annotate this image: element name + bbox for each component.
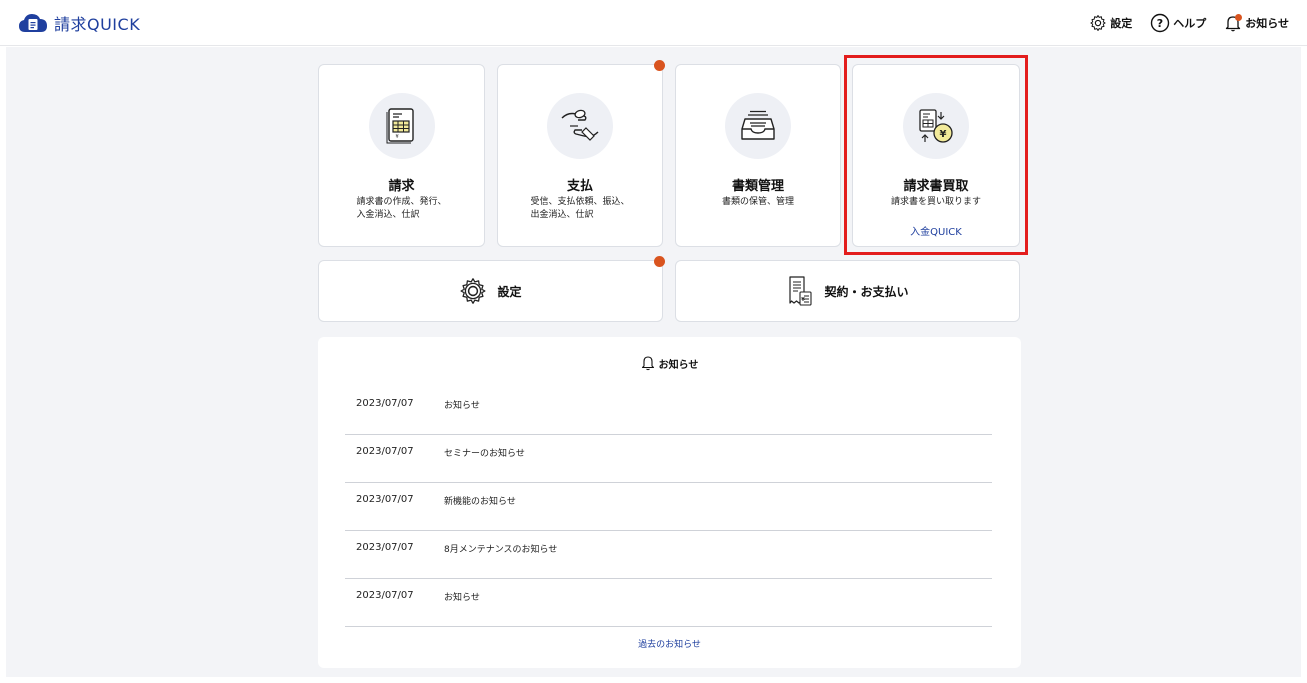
news-header: お知らせ [318, 355, 1021, 371]
news-date: 2023/07/07 [356, 494, 414, 505]
news-text: セミナーのお知らせ [444, 449, 525, 459]
gear-icon [460, 278, 487, 304]
news-date: 2023/07/07 [356, 398, 414, 409]
card-documents-icon-circle [725, 93, 791, 159]
card-invoice-purchase-link[interactable]: 入金QUICK [910, 223, 962, 238]
svg-text:?: ? [1157, 17, 1163, 30]
news-item[interactable]: 2023/07/07 お知らせ [345, 387, 992, 435]
cloud-document-icon [19, 13, 47, 32]
notification-badge [1235, 13, 1243, 21]
card-payment-icon-circle [547, 93, 613, 159]
card-invoice-desc-line2: 入金消込、仕訳 [356, 210, 420, 220]
gear-icon [1090, 14, 1106, 31]
news-item[interactable]: 2023/07/07 新機能のお知らせ [345, 483, 992, 531]
svg-text:¥: ¥ [395, 134, 398, 140]
notification-bell [1224, 13, 1243, 32]
card-payment-desc: 受信、支払依頼、振込、 出金消込、仕訳 [530, 196, 629, 222]
news-date: 2023/07/07 [356, 446, 414, 457]
settings-badge [654, 256, 665, 267]
news-date: 2023/07/07 [356, 542, 414, 553]
news-date: 2023/07/07 [356, 590, 414, 601]
news-text: 新機能のお知らせ [444, 497, 516, 507]
header-notifications-button[interactable]: お知らせ [1224, 13, 1289, 32]
news-text: お知らせ [444, 593, 480, 603]
news-text: 8月メンテナンスのお知らせ [444, 545, 558, 555]
contract-payment-card-label: 契約・お支払い [824, 284, 909, 299]
card-invoice-desc-line1: 請求書の作成、発行、 [356, 197, 447, 207]
card-documents[interactable]: 書類管理 書類の保管、管理 [675, 64, 841, 247]
help-icon: ? [1151, 13, 1170, 32]
card-invoice-icon-circle: ¥ [368, 93, 435, 159]
card-invoice-desc: 請求書の作成、発行、 入金消込、仕訳 [356, 196, 446, 222]
brand-name: 請求QUICK [54, 14, 141, 34]
news-item[interactable]: 2023/07/07 セミナーのお知らせ [345, 435, 992, 483]
app-header: 請求QUICK 設定 ? ヘルプ お知らせ [0, 0, 1307, 46]
header-settings-label: 設定 [1110, 16, 1133, 30]
invoice-icon: ¥ [386, 108, 414, 144]
card-documents-desc-line1: 書類の保管、管理 [721, 197, 794, 207]
payment-hand-icon [561, 109, 599, 141]
receipt-icon: ¥ [789, 276, 813, 306]
contract-payment-card[interactable]: ¥ 契約・お支払い [675, 260, 1020, 322]
bell-icon [641, 356, 654, 371]
card-payment-desc-line1: 受信、支払依頼、振込、 [530, 197, 630, 207]
header-help-label: ヘルプ [1173, 16, 1207, 30]
header-help-button[interactable]: ? ヘルプ [1150, 13, 1206, 33]
news-title: お知らせ [658, 359, 699, 371]
card-invoice-purchase-icon-circle: ¥ [903, 93, 969, 159]
news-panel: お知らせ 2023/07/07 お知らせ 2023/07/07 セミナーのお知ら… [318, 337, 1021, 668]
card-payment-title: 支払 [566, 179, 593, 194]
card-payment-desc-line2: 出金消込、仕訳 [530, 210, 594, 220]
past-news-link[interactable]: 過去のお知らせ [318, 637, 1021, 650]
news-item[interactable]: 2023/07/07 お知らせ [345, 579, 992, 627]
news-text: お知らせ [444, 401, 480, 411]
svg-text:¥: ¥ [802, 297, 806, 303]
card-invoice-purchase-title: 請求書買取 [903, 179, 969, 194]
card-invoice-purchase[interactable]: ¥ 請求書買取 請求書を買い取ります 入金QUICK [852, 64, 1020, 247]
settings-card[interactable]: 設定 [318, 260, 663, 322]
invoice-purchase-icon: ¥ [919, 109, 953, 143]
card-invoice-purchase-desc-line1: 請求書を買い取ります [890, 197, 981, 207]
brand-logo[interactable]: 請求QUICK [18, 11, 140, 35]
document-tray-icon [741, 110, 775, 140]
settings-card-label: 設定 [497, 284, 522, 299]
card-invoice-purchase-desc: 請求書を買い取ります [891, 196, 981, 209]
payment-badge [654, 60, 665, 71]
card-payment[interactable]: 支払 受信、支払依頼、振込、 出金消込、仕訳 [497, 64, 663, 247]
news-item[interactable]: 2023/07/07 8月メンテナンスのお知らせ [345, 531, 992, 579]
card-invoice-title: 請求 [388, 179, 415, 194]
header-settings-button[interactable]: 設定 [1089, 14, 1132, 32]
svg-text:¥: ¥ [940, 129, 947, 140]
header-notifications-label: お知らせ [1245, 16, 1289, 30]
header-actions: 設定 ? ヘルプ お知らせ [1089, 13, 1289, 33]
card-documents-desc: 書類の保管、管理 [722, 196, 794, 209]
card-invoice[interactable]: ¥ 請求 請求書の作成、発行、 入金消込、仕訳 [318, 64, 485, 247]
card-documents-title: 書類管理 [731, 179, 784, 194]
